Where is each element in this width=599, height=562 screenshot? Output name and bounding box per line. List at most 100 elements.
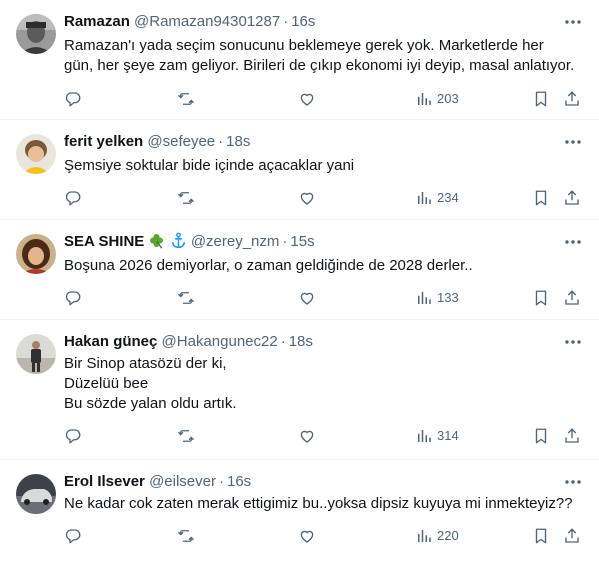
tweet[interactable]: SEA SHINE @zerey_nzm · 15s Boşuna 2026 dem… bbox=[0, 220, 599, 320]
views-count: 234 bbox=[437, 190, 459, 205]
tweet[interactable]: Erol Ilsever @eilsever · 16s Ne kadar cok … bbox=[0, 460, 599, 562]
heart-icon bbox=[300, 93, 314, 106]
timestamp[interactable]: 15s bbox=[290, 233, 314, 250]
tweet[interactable]: Hakan güneç @Hakangunec22 · 18s Bir Sinop … bbox=[0, 320, 599, 460]
user-handle[interactable]: @zerey_nzm bbox=[191, 233, 280, 250]
heart-icon bbox=[300, 530, 314, 543]
user-handle[interactable]: @eilsever bbox=[149, 473, 216, 490]
reply-button[interactable] bbox=[64, 424, 82, 448]
reply-icon bbox=[65, 429, 81, 444]
share-icon bbox=[565, 290, 579, 305]
avatar[interactable] bbox=[16, 474, 56, 514]
views-button[interactable]: 203 bbox=[415, 87, 459, 111]
timestamp[interactable]: 16s bbox=[227, 473, 251, 490]
retweet-icon bbox=[178, 292, 194, 304]
reply-icon bbox=[65, 92, 81, 107]
avatar[interactable] bbox=[16, 234, 56, 274]
views-count: 203 bbox=[437, 91, 459, 106]
reply-button[interactable] bbox=[64, 524, 82, 548]
views-button[interactable]: 234 bbox=[415, 186, 459, 210]
bookmark-icon bbox=[535, 428, 547, 444]
views-count: 133 bbox=[437, 290, 459, 305]
retweet-button[interactable] bbox=[177, 424, 195, 448]
reply-button[interactable] bbox=[64, 87, 82, 111]
views-chart-icon bbox=[418, 530, 431, 542]
display-name[interactable]: ferit yelken bbox=[64, 133, 143, 150]
timestamp[interactable]: 18s bbox=[226, 133, 250, 150]
retweet-button[interactable] bbox=[177, 186, 195, 210]
tweet[interactable]: ferit yelken @sefeyee · 18s Şemsiye soktul… bbox=[0, 120, 599, 220]
display-name[interactable]: Erol Ilsever bbox=[64, 473, 145, 490]
retweet-icon bbox=[178, 530, 194, 542]
heart-icon bbox=[300, 192, 314, 205]
like-button[interactable] bbox=[298, 286, 316, 310]
retweet-icon bbox=[178, 430, 194, 442]
shamrock-icon bbox=[150, 234, 164, 249]
separator: · bbox=[218, 473, 224, 490]
timestamp[interactable]: 16s bbox=[291, 13, 315, 30]
retweet-icon bbox=[178, 192, 194, 204]
tweet[interactable]: Ramazan @Ramazan94301287 · 16s Ramazan'ı y… bbox=[0, 0, 599, 120]
views-chart-icon bbox=[418, 192, 431, 204]
more-options-icon[interactable] bbox=[563, 12, 583, 32]
tweet-feed: Ramazan @Ramazan94301287 · 16s Ramazan'ı y… bbox=[0, 0, 599, 562]
user-handle[interactable]: @sefeyee bbox=[147, 133, 215, 150]
share-button[interactable] bbox=[563, 524, 581, 548]
views-button[interactable]: 220 bbox=[415, 524, 459, 548]
user-handle[interactable]: @Ramazan94301287 bbox=[134, 13, 280, 30]
tweet-text: Ne kadar cok zaten merak ettigimiz bu..y… bbox=[64, 495, 573, 512]
display-name[interactable]: Ramazan bbox=[64, 13, 130, 30]
user-handle[interactable]: @Hakangunec22 bbox=[162, 333, 278, 350]
more-options-icon[interactable] bbox=[563, 332, 583, 352]
tweet-text: Bir Sinop atasözü der ki, Düzelüü bee Bu… bbox=[64, 355, 237, 412]
heart-icon bbox=[300, 430, 314, 443]
views-chart-icon bbox=[418, 93, 431, 105]
bookmark-button[interactable] bbox=[532, 524, 550, 548]
heart-icon bbox=[300, 292, 314, 305]
views-button[interactable]: 133 bbox=[415, 286, 459, 310]
like-button[interactable] bbox=[298, 87, 316, 111]
avatar[interactable] bbox=[16, 334, 56, 374]
separator: · bbox=[282, 233, 288, 250]
bookmark-button[interactable] bbox=[532, 87, 550, 111]
share-icon bbox=[565, 190, 579, 205]
separator: · bbox=[218, 133, 224, 150]
bookmark-button[interactable] bbox=[532, 286, 550, 310]
retweet-icon bbox=[178, 93, 194, 105]
share-button[interactable] bbox=[563, 87, 581, 111]
views-chart-icon bbox=[418, 292, 431, 304]
bookmark-icon bbox=[535, 91, 547, 107]
like-button[interactable] bbox=[298, 424, 316, 448]
avatar[interactable] bbox=[16, 14, 56, 54]
share-icon bbox=[565, 528, 579, 543]
bookmark-button[interactable] bbox=[532, 186, 550, 210]
like-button[interactable] bbox=[298, 186, 316, 210]
display-name[interactable]: SEA SHINE bbox=[64, 233, 144, 250]
timestamp[interactable]: 18s bbox=[289, 333, 313, 350]
reply-icon bbox=[65, 191, 81, 206]
reply-button[interactable] bbox=[64, 286, 82, 310]
more-options-icon[interactable] bbox=[563, 472, 583, 492]
display-name[interactable]: Hakan güneç bbox=[64, 333, 157, 350]
share-button[interactable] bbox=[563, 186, 581, 210]
share-button[interactable] bbox=[563, 286, 581, 310]
retweet-button[interactable] bbox=[177, 286, 195, 310]
like-button[interactable] bbox=[298, 524, 316, 548]
separator: · bbox=[280, 333, 286, 350]
views-count: 314 bbox=[437, 428, 459, 443]
more-options-icon[interactable] bbox=[563, 232, 583, 252]
retweet-button[interactable] bbox=[177, 524, 195, 548]
share-button[interactable] bbox=[563, 424, 581, 448]
avatar[interactable] bbox=[16, 134, 56, 174]
views-chart-icon bbox=[418, 430, 431, 442]
views-button[interactable]: 314 bbox=[415, 424, 459, 448]
bookmark-button[interactable] bbox=[532, 424, 550, 448]
reply-icon bbox=[65, 529, 81, 544]
reply-button[interactable] bbox=[64, 186, 82, 210]
anchor-icon bbox=[171, 232, 185, 249]
separator: · bbox=[283, 13, 289, 30]
bookmark-icon bbox=[535, 290, 547, 306]
retweet-button[interactable] bbox=[177, 87, 195, 111]
more-options-icon[interactable] bbox=[563, 132, 583, 152]
tweet-text: Boşuna 2026 demiyorlar, o zaman geldiğin… bbox=[64, 257, 473, 274]
